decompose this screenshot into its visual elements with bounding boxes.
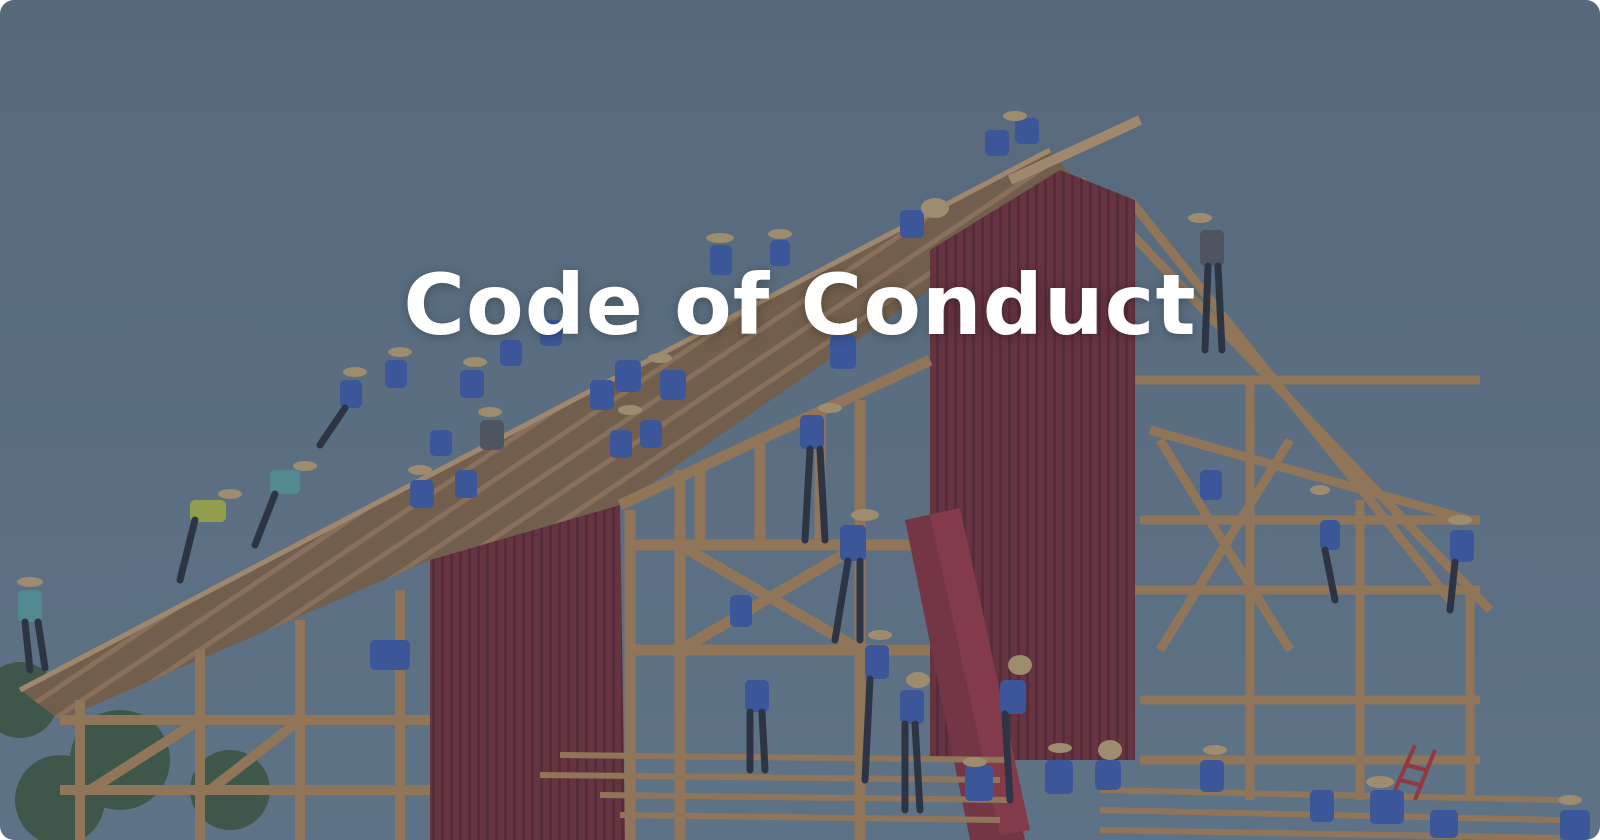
hero-banner: Code of Conduct bbox=[0, 0, 1600, 840]
dark-overlay bbox=[0, 0, 1600, 840]
page-title: Code of Conduct bbox=[403, 256, 1197, 354]
